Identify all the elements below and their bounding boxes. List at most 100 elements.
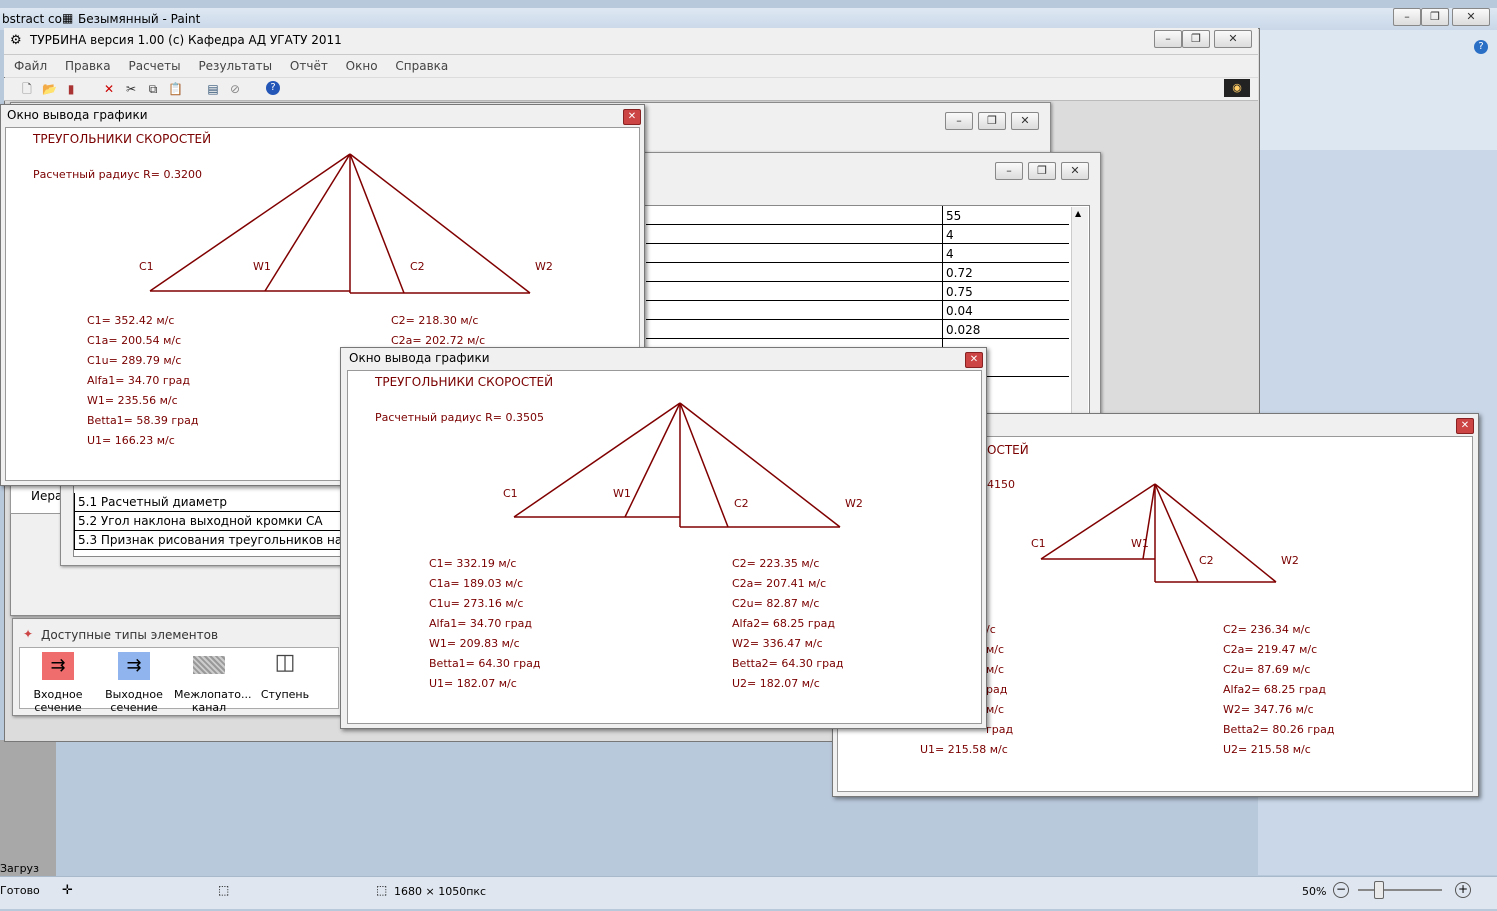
outlet-section-label[interactable]: Выходное сечение [99,688,169,714]
grid-value[interactable]: 0.72 [943,264,1069,282]
child-back-maximize-button[interactable]: ❐ [978,112,1006,130]
outlet-section-icon[interactable]: ⇉ [118,652,150,680]
graph2-left-value: C1a= 189.03 м/с [429,577,524,590]
graph3-left-value: U1= 215.58 м/с [920,743,1008,756]
menu-file[interactable]: Файл [14,59,47,73]
grid-value[interactable]: 0.75 [943,283,1069,301]
save-icon[interactable]: ▮ [64,82,78,96]
graph3-label-w2: W2 [1281,554,1299,567]
graph1-c1-line [149,153,351,292]
graph3-close-button[interactable]: ✕ [1456,418,1474,434]
graph1-label-c1: C1 [139,260,154,273]
grid-row[interactable] [646,283,942,301]
grid-value[interactable]: 0.04 [943,302,1069,320]
graph2-left-value: U1= 182.07 м/с [429,677,517,690]
graph1-left-value: C1a= 200.54 м/с [87,334,182,347]
graph-window-2: Окно вывода графики ✕ ТРЕУГОЛЬНИКИ СКОРО… [340,347,987,729]
stop-icon[interactable]: ⊘ [228,82,242,96]
paint-help-icon[interactable]: ? [1474,40,1488,54]
graph2-triangle [513,402,841,528]
paint-title: Безымянный - Paint [78,12,201,26]
graph3-right-value: Betta2= 80.26 град [1223,723,1335,736]
graph2-title: Окно вывода графики [349,351,490,365]
blade-channel-label[interactable]: Межлопато... канал [174,688,252,714]
menu-calculations[interactable]: Расчеты [128,59,180,73]
graph3-w2-line [1154,483,1277,583]
grid-row[interactable] [646,226,942,244]
paint-ribbon: ? [1258,30,1497,150]
turbina-menubar: Файл Правка Расчеты Результаты Отчёт Окн… [4,55,1258,77]
zoom-out-icon[interactable]: − [1333,882,1349,898]
turbina-close-button[interactable]: ✕ [1214,30,1252,48]
property-row-angle[interactable]: 5.2 Угол наклона выходной кромки СА [74,512,342,531]
grid-row[interactable] [646,207,942,225]
grid-value[interactable]: 4 [943,226,1069,244]
turbina-maximize-button[interactable]: ❐ [1182,30,1210,48]
hierarchy-tab[interactable]: Иера [31,489,62,503]
selection-size-icon: ⬚ [218,883,230,897]
graph1-right-value: C2= 218.30 м/с [391,314,479,327]
graph2-label-c2: C2 [734,497,749,510]
graph3-right-value: C2= 236.34 м/с [1223,623,1311,636]
turbina-app-icon: ⚙ [10,33,22,48]
paint-tab-left[interactable]: bstract co [2,12,62,26]
inlet-section-label[interactable]: Входное сечение [23,688,93,714]
grid-row[interactable] [646,264,942,282]
menu-report[interactable]: Отчёт [290,59,328,73]
graph3-right-value: Alfa2= 68.25 град [1223,683,1327,696]
menu-help[interactable]: Справка [395,59,448,73]
graph3-label-c1: C1 [1031,537,1046,550]
grid-value[interactable]: 0.028 [943,321,1069,339]
graph2-close-button[interactable]: ✕ [965,352,983,368]
property-row-diameter[interactable]: 5.1 Расчетный диаметр [74,493,342,512]
menu-results[interactable]: Результаты [198,59,272,73]
grid-row[interactable] [646,321,942,339]
graph2-canvas: ТРЕУГОЛЬНИКИ СКОРОСТЕЙ Расчетный радиус … [347,370,982,724]
graph3-left-value: м/с [986,643,1005,656]
graph2-label-w1: W1 [613,487,631,500]
help-icon[interactable]: ? [266,81,280,95]
elements-list: ⇉ Входное сечение ⇉ Выходное сечение Меж… [19,647,339,714]
grid-row[interactable] [646,245,942,263]
graph2-left-value: W1= 209.83 м/с [429,637,520,650]
child-back-minimize-button[interactable]: – [945,112,973,130]
delete-icon[interactable]: ✕ [102,82,116,96]
open-folder-icon[interactable]: 📂 [42,82,57,96]
elements-panel: ✦ Доступные типы элементов ⇉ Входное сеч… [12,618,344,716]
zoom-in-icon[interactable]: + [1455,882,1471,898]
new-file-icon[interactable]: 🗋 [20,82,34,96]
graph3-right-value: W2= 347.76 м/с [1223,703,1314,716]
paint-maximize-button[interactable]: ❐ [1421,8,1449,26]
child-back-close-button[interactable]: ✕ [1011,112,1039,130]
paste-icon[interactable]: 📋 [168,82,183,96]
property-row-draw-flag[interactable]: 5.3 Признак рисования треугольников на р… [74,531,342,550]
graph1-close-button[interactable]: ✕ [623,109,641,125]
stage-label[interactable]: Ступень [250,688,320,701]
properties-minimize-button[interactable]: – [995,162,1023,180]
paint-minimize-button[interactable]: – [1393,8,1421,26]
graph1-left-value: W1= 235.56 м/с [87,394,178,407]
properties-close-button[interactable]: ✕ [1061,162,1089,180]
menu-edit[interactable]: Правка [65,59,111,73]
inlet-section-icon[interactable]: ⇉ [42,652,74,680]
blade-channel-icon[interactable] [193,656,225,674]
zoom-slider-thumb[interactable] [1374,881,1384,899]
grid-value[interactable]: 55 [943,207,1069,225]
graph3-left-value: м/с [986,703,1005,716]
properties-maximize-button[interactable]: ❐ [1028,162,1056,180]
cut-icon[interactable]: ✂ [124,82,138,96]
menu-window[interactable]: Окно [346,59,378,73]
copy-icon[interactable]: ⧉ [146,82,160,96]
zoom-slider[interactable] [1358,889,1442,891]
graph3-left-value: рад [986,683,1008,696]
turbina-minimize-button[interactable]: – [1154,30,1182,48]
scroll-up-icon[interactable]: ▲ [1075,209,1081,218]
grid-row[interactable] [646,302,942,320]
graph3-label-c2: C2 [1199,554,1214,567]
database-icon[interactable]: ▤ [206,82,220,96]
graph2-right-value: Alfa2= 68.25 град [732,617,836,630]
graph2-left-value: C1u= 273.16 м/с [429,597,524,610]
stage-icon[interactable]: ◫ [274,650,296,680]
grid-value[interactable]: 4 [943,245,1069,263]
paint-close-button[interactable]: ✕ [1452,8,1490,26]
